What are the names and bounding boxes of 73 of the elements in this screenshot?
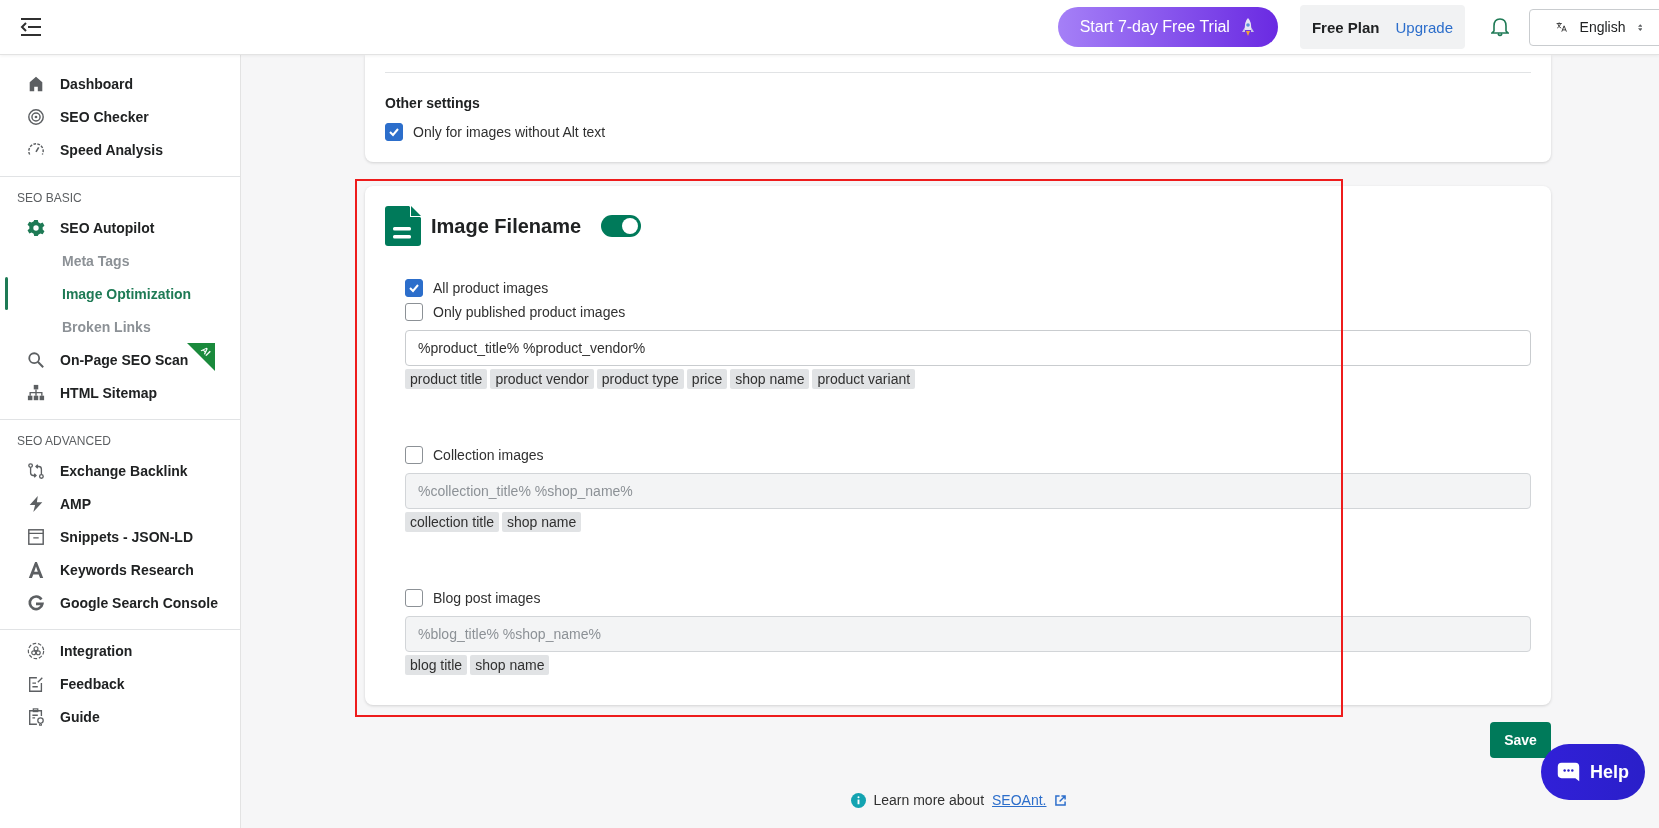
nav-item[interactable]: Integration [0,634,240,667]
translate-icon [1556,19,1568,35]
nav-item[interactable]: SEO Autopilot [0,211,240,244]
checkbox-label: Only published product images [433,304,626,320]
info-icon [850,792,866,808]
nav-item[interactable]: Speed Analysis [0,133,240,166]
external-link-icon [1054,794,1066,806]
variable-tag[interactable]: shop name [730,369,810,389]
variable-tag[interactable]: product type [596,369,684,389]
sitemap-icon [27,383,45,402]
clipboard-icon [27,707,45,726]
menu-icon [20,18,42,36]
sort-caret-icon [1637,21,1642,33]
letter-a-icon [27,560,45,579]
checkbox-label: All product images [433,280,549,296]
checkbox-label: Only for images without Alt text [413,124,606,140]
lightning-icon [27,494,45,513]
home-icon [27,74,45,93]
save-button[interactable]: Save [1490,722,1551,758]
nav-item[interactable]: Dashboard [0,67,240,100]
integration-icon [27,641,45,660]
search-icon [27,350,45,369]
nav-item[interactable]: AMP [0,487,240,520]
check-icon [388,126,400,138]
nav-item[interactable]: Guide [0,700,240,733]
bell-icon [1491,17,1509,37]
exchange-icon [27,461,45,480]
nav-item[interactable]: Snippets - JSON-LD [0,520,240,553]
help-button[interactable]: Help [1541,744,1645,800]
nav-item[interactable]: Keywords Research [0,553,240,586]
check-icon [408,282,420,294]
rocket-icon [1239,17,1256,37]
ai-corner-badge: AI [187,343,215,371]
variable-tag[interactable]: product title [405,369,488,389]
variable-tag[interactable]: blog title [405,655,468,675]
section-heading: Other settings [385,95,481,111]
checkbox-label: Blog post images [433,590,541,606]
nav-item[interactable]: Exchange Backlink [0,454,240,487]
nav-item[interactable]: Feedback [0,667,240,700]
variable-tag[interactable]: shop name [502,512,582,532]
checkbox[interactable] [405,279,423,297]
input-field[interactable]: %product_title% %product_vendor% [405,330,1531,366]
language-select[interactable]: English [1529,8,1659,46]
footer-text: Learn more about [873,792,985,808]
checkbox[interactable] [385,123,403,141]
checkbox[interactable] [405,303,423,321]
window-icon [27,527,45,546]
checkbox-label: Collection images [433,447,544,463]
nav-item[interactable]: Google Search Console [0,586,240,619]
g-logo-icon [27,593,45,612]
variable-tag[interactable]: collection title [405,512,500,532]
nav-item[interactable]: On-Page SEO Scan AI [0,343,240,376]
variable-tag[interactable]: product variant [812,369,916,389]
variable-tag[interactable]: product vendor [490,369,594,389]
nav-item[interactable]: SEO Checker [0,100,240,133]
nav-item[interactable]: HTML Sitemap [0,376,240,409]
checkbox[interactable] [405,589,423,607]
variable-tag[interactable]: price [686,369,728,389]
plan-name: Free Plan [1311,18,1380,36]
variable-tag[interactable]: shop name [470,655,550,675]
feedback-icon [27,674,45,693]
section-heading: SEO ADVANCED [16,433,112,450]
checkbox[interactable] [405,446,423,464]
card-title: Image Filename [431,214,582,238]
target-icon [27,107,45,126]
gear-icon [27,218,45,237]
nav-subitem[interactable]: Image Optimization [0,277,240,310]
toggle-switch[interactable] [601,215,642,237]
trial-button[interactable]: Start 7-day Free Trial [1057,7,1278,47]
seoant-link[interactable]: SEOAnt. [992,792,1047,808]
section-heading: SEO BASIC [16,190,83,207]
upgrade-link[interactable]: Upgrade [1395,18,1453,36]
document-icon [385,206,421,246]
